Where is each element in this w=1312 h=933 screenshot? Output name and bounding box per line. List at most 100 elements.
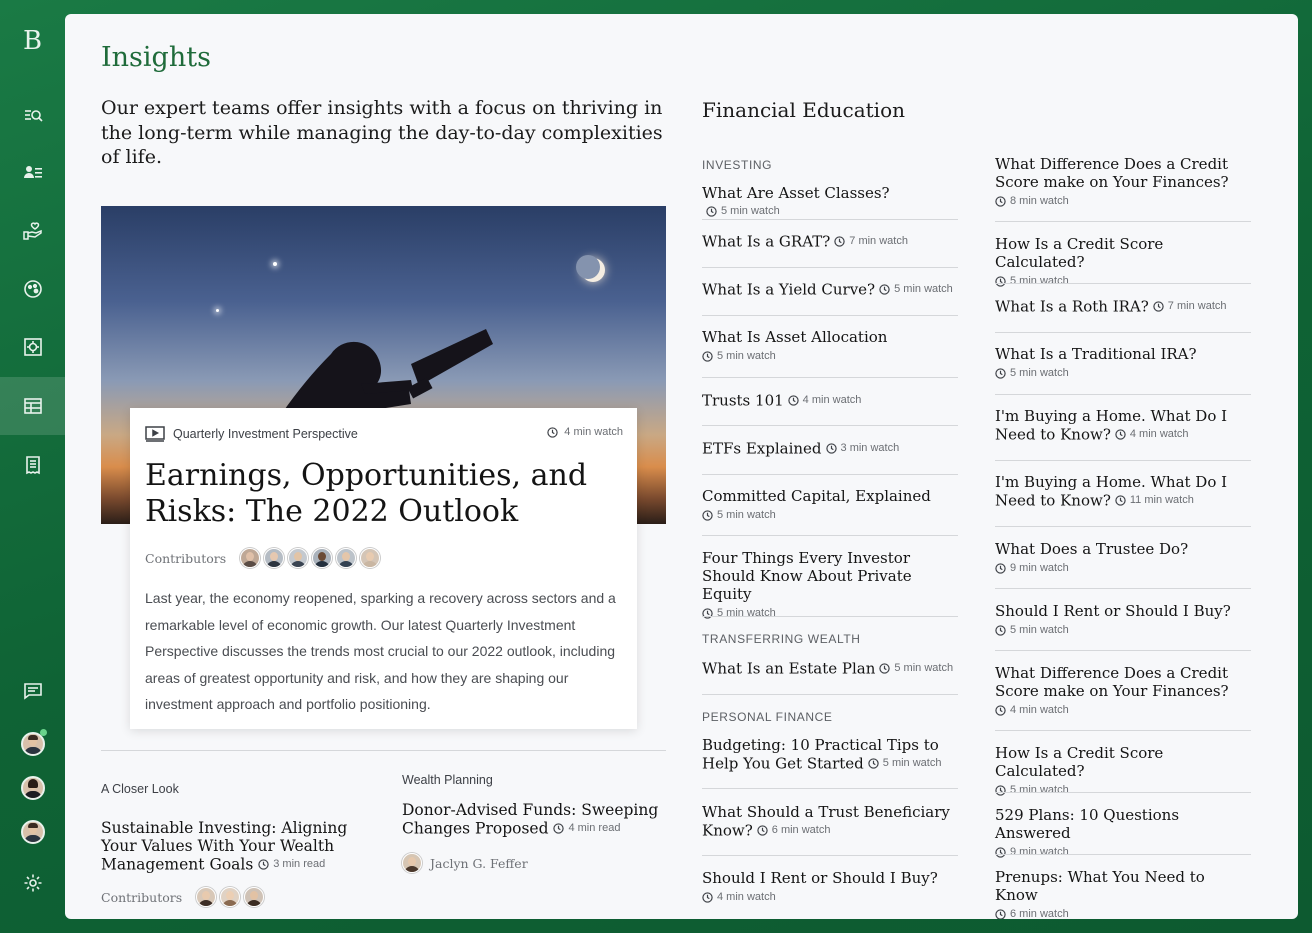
education-item-meta: 4 min watch xyxy=(702,888,958,906)
education-item[interactable]: How Is a Credit Score Calculated? 5 min w… xyxy=(995,744,1251,799)
education-item-title[interactable]: Should I Rent or Should I Buy? xyxy=(702,869,938,887)
story-author[interactable]: Jaclyn G. Feffer xyxy=(402,853,528,873)
nav-insights[interactable] xyxy=(0,377,65,435)
education-item-title[interactable]: 529 Plans: 10 Questions Answered xyxy=(995,806,1179,842)
contributor-avatar[interactable] xyxy=(336,548,357,568)
education-item-meta: 5 min watch xyxy=(995,781,1251,799)
education-item[interactable]: Trusts 101 4 min watch xyxy=(702,391,958,410)
advisor-avatar[interactable] xyxy=(21,776,45,800)
education-item[interactable]: What Is a Roth IRA? 7 min watch xyxy=(995,297,1251,316)
education-item-title[interactable]: What Is Asset Allocation xyxy=(702,328,887,346)
list-divider xyxy=(702,616,958,617)
nav-philanthropy[interactable] xyxy=(0,202,65,260)
education-item-meta: 3 min watch xyxy=(825,439,899,457)
contributor-avatar[interactable] xyxy=(244,887,265,907)
feature-duration: 4 min watch xyxy=(547,426,623,438)
author-name: Jaclyn G. Feffer xyxy=(430,855,528,871)
nav-settings[interactable] xyxy=(0,854,65,912)
list-divider xyxy=(702,315,958,316)
education-item[interactable]: What Difference Does a Credit Score make… xyxy=(995,155,1251,210)
document-icon xyxy=(25,456,40,475)
contributor-avatar[interactable] xyxy=(288,548,309,568)
nav-messages[interactable] xyxy=(0,662,65,720)
nav-documents[interactable] xyxy=(0,436,65,494)
contributor-avatar[interactable] xyxy=(220,887,241,907)
education-item[interactable]: What Is a GRAT? 7 min watch xyxy=(702,232,958,251)
education-item[interactable]: Committed Capital, Explained 5 min watch xyxy=(702,487,958,524)
clock-icon xyxy=(547,426,558,438)
education-item-title[interactable]: I'm Buying a Home. What Do I Need to Kno… xyxy=(995,407,1227,444)
education-item[interactable]: What Difference Does a Credit Score make… xyxy=(995,664,1251,719)
education-item-title[interactable]: How Is a Credit Score Calculated? xyxy=(995,235,1163,271)
education-item-title[interactable]: Prenups: What You Need to Know xyxy=(995,868,1205,904)
clock-icon xyxy=(879,662,891,674)
education-item[interactable]: 529 Plans: 10 Questions Answered 9 min wa… xyxy=(995,806,1251,861)
education-item-title[interactable]: What Difference Does a Credit Score make… xyxy=(995,664,1229,700)
education-item-duration: 7 min watch xyxy=(849,235,908,247)
contributor-avatar[interactable] xyxy=(196,887,217,907)
advisor-avatar[interactable] xyxy=(21,820,45,844)
nav-lifestyle[interactable] xyxy=(0,260,65,318)
education-item-title[interactable]: ETFs Explained xyxy=(702,440,822,458)
education-item-title[interactable]: Committed Capital, Explained xyxy=(702,487,931,505)
education-item[interactable]: What Is an Estate Plan 5 min watch xyxy=(702,659,958,678)
education-item[interactable]: What Should a Trust Beneficiary Know? 6 m… xyxy=(702,803,958,840)
education-item[interactable]: Budgeting: 10 Practical Tips to Help You… xyxy=(702,736,958,773)
education-item-meta: 5 min watch xyxy=(702,506,958,524)
education-item-duration: 5 min watch xyxy=(717,509,776,521)
contributor-avatar[interactable] xyxy=(240,548,261,568)
education-item[interactable]: I'm Buying a Home. What Do I Need to Kno… xyxy=(995,407,1251,444)
education-item-meta: 5 min watch xyxy=(995,272,1251,290)
story-category: Wealth Planning xyxy=(402,773,493,787)
education-item-title[interactable]: What Is a Yield Curve? xyxy=(702,281,875,299)
contributor-avatar[interactable] xyxy=(312,548,333,568)
moon-icon xyxy=(576,255,605,282)
category-label: TRANSFERRING WEALTH xyxy=(702,632,861,646)
contributor-avatar[interactable] xyxy=(360,548,381,568)
list-divider xyxy=(995,588,1251,589)
brand-logo[interactable]: B xyxy=(0,26,65,56)
education-item[interactable]: What Is a Yield Curve? 5 min watch xyxy=(702,280,958,299)
education-item-title[interactable]: What Is a Roth IRA? xyxy=(995,298,1149,316)
education-item[interactable]: Prenups: What You Need to Know 6 min watc… xyxy=(995,868,1251,919)
education-item-title[interactable]: Should I Rent or Should I Buy? xyxy=(995,602,1231,620)
feature-title[interactable]: Earnings, Opportunities, and Risks: The … xyxy=(145,458,615,530)
education-item-meta: 6 min watch xyxy=(757,821,830,839)
education-item[interactable]: What Are Asset Classes? 5 min watch xyxy=(702,184,958,221)
story-title[interactable]: Donor-Advised Funds: Sweeping Changes Pr… xyxy=(402,801,666,838)
nav-contacts[interactable] xyxy=(0,144,65,202)
story-title[interactable]: Sustainable Investing: Aligning Your Val… xyxy=(101,819,361,874)
clock-icon xyxy=(995,846,1006,858)
education-item[interactable]: I'm Buying a Home. What Do I Need to Kno… xyxy=(995,473,1251,510)
story-meta: 4 min read xyxy=(553,819,620,837)
education-item[interactable]: ETFs Explained 3 min watch xyxy=(702,439,958,458)
education-item-title[interactable]: What Is an Estate Plan xyxy=(702,660,875,678)
contributor-avatar[interactable] xyxy=(264,548,285,568)
nav-search-icon[interactable] xyxy=(0,86,65,144)
education-item-title[interactable]: What Does a Trustee Do? xyxy=(995,540,1188,558)
clock-icon xyxy=(702,891,713,903)
education-item-title[interactable]: Trusts 101 xyxy=(702,392,784,410)
list-divider xyxy=(702,788,958,789)
education-item[interactable]: Four Things Every Investor Should Know A… xyxy=(702,549,958,622)
education-item-title[interactable]: How Is a Credit Score Calculated? xyxy=(995,744,1163,780)
education-item[interactable]: How Is a Credit Score Calculated? 5 min w… xyxy=(995,235,1251,290)
education-item[interactable]: What Is Asset Allocation 5 min watch xyxy=(702,328,958,365)
palette-icon xyxy=(23,280,42,298)
education-item-title[interactable]: What Is a GRAT? xyxy=(702,233,830,251)
feature-contributors: Contributors xyxy=(145,548,381,568)
education-item-duration: 5 min watch xyxy=(882,757,942,769)
education-item[interactable]: Should I Rent or Should I Buy? 5 min watc… xyxy=(995,602,1251,639)
financial-education-title: Financial Education xyxy=(702,98,905,122)
feature-card[interactable]: Quarterly Investment Perspective 4 min w… xyxy=(130,408,637,729)
nav-vault[interactable] xyxy=(0,318,65,376)
education-item[interactable]: What Is a Traditional IRA? 5 min watch xyxy=(995,345,1251,382)
education-item[interactable]: Should I Rent or Should I Buy? 4 min watc… xyxy=(702,869,958,906)
education-item[interactable]: What Does a Trustee Do? 9 min watch xyxy=(995,540,1251,577)
education-item-title[interactable]: Four Things Every Investor Should Know A… xyxy=(702,549,912,603)
education-item-title[interactable]: What Difference Does a Credit Score make… xyxy=(995,155,1229,191)
list-divider xyxy=(995,650,1251,651)
education-item-title[interactable]: What Is a Traditional IRA? xyxy=(995,345,1197,363)
clock-icon xyxy=(1115,428,1126,440)
education-item-title[interactable]: What Are Asset Classes? xyxy=(702,184,890,202)
